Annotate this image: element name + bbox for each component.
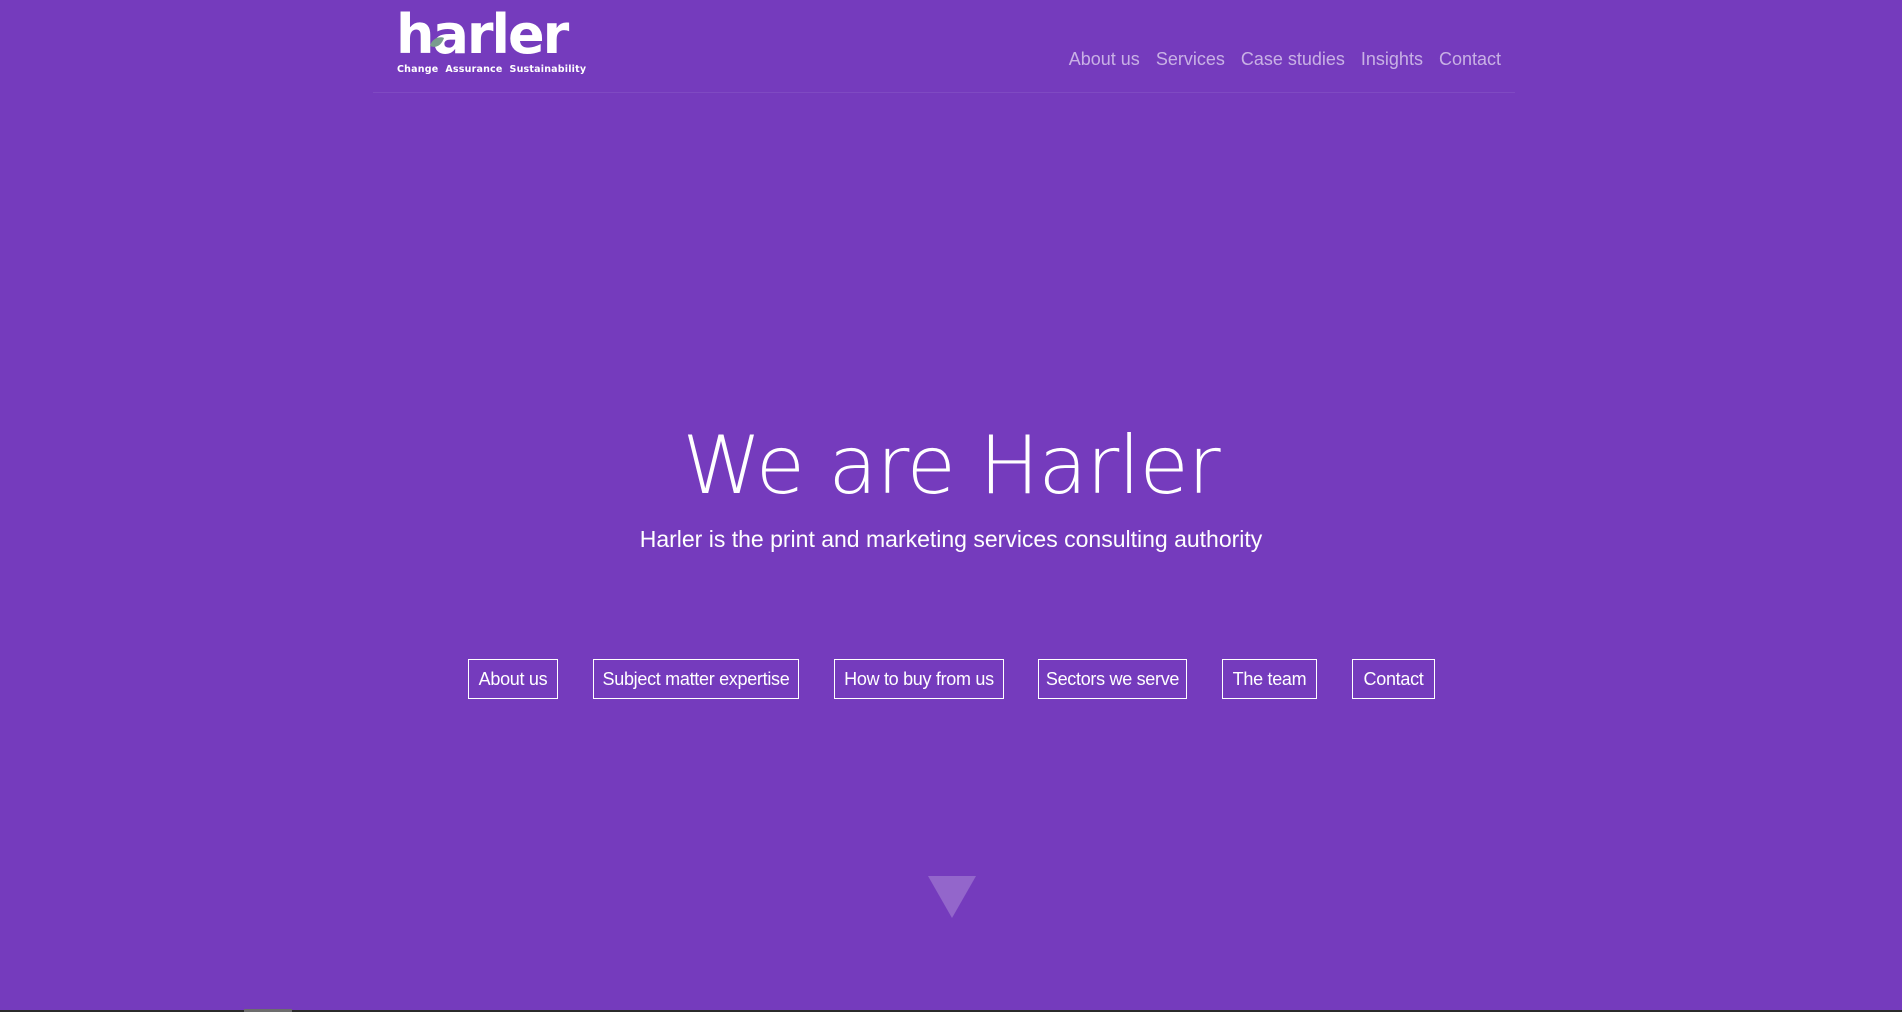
nav-services[interactable]: Services bbox=[1156, 49, 1225, 70]
quick-link-how-to-buy[interactable]: How to buy from us bbox=[834, 659, 1004, 699]
nav-about-us[interactable]: About us bbox=[1069, 49, 1140, 70]
hero-title: We are Harler bbox=[682, 419, 1220, 512]
nav-case-studies[interactable]: Case studies bbox=[1241, 49, 1345, 70]
quick-link-the-team[interactable]: The team bbox=[1222, 659, 1317, 699]
tagline-change: Change bbox=[397, 64, 439, 75]
tagline-assurance: Assurance bbox=[445, 64, 503, 75]
logo-tagline: Change Assurance Sustainability bbox=[397, 64, 593, 75]
logo-wordmark: harler bbox=[396, 3, 569, 66]
quick-link-sectors-we-serve[interactable]: Sectors we serve bbox=[1038, 659, 1187, 699]
page: harler Change Assurance Sustainability Abo… bbox=[0, 0, 1902, 1012]
main-nav: About us Services Case studies Insights … bbox=[1069, 49, 1501, 70]
tagline-sustainability: Sustainability bbox=[509, 64, 587, 75]
nav-contact[interactable]: Contact bbox=[1439, 49, 1501, 70]
harler-logo[interactable]: harler Change Assurance Sustainability bbox=[396, 4, 586, 78]
leaf-icon bbox=[430, 37, 444, 47]
quick-link-contact[interactable]: Contact bbox=[1352, 659, 1435, 699]
site-header: harler Change Assurance Sustainability Abo… bbox=[373, 0, 1515, 93]
quick-link-subject-matter-expertise[interactable]: Subject matter expertise bbox=[593, 659, 799, 699]
nav-insights[interactable]: Insights bbox=[1361, 49, 1423, 70]
triangle-down-icon[interactable] bbox=[928, 876, 976, 918]
quick-link-about-us[interactable]: About us bbox=[468, 659, 558, 699]
quick-links: About us Subject matter expertise How to… bbox=[0, 659, 1902, 699]
hero-subtitle: Harler is the print and marketing servic… bbox=[639, 526, 1263, 552]
